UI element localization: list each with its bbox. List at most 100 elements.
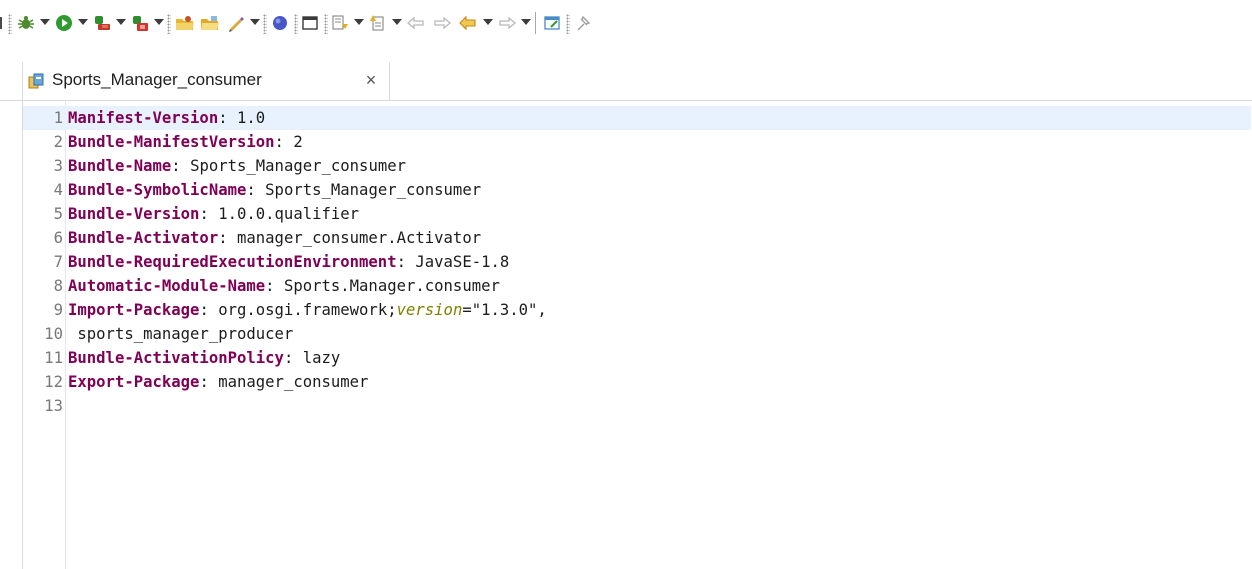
code-text: Export-Package: manager_consumer [68,370,368,394]
next-annotation-icon[interactable] [330,13,350,33]
line-number: 13 [44,397,63,415]
code-text: Bundle-Name: Sports_Manager_consumer [68,154,406,178]
line-number: 1 [53,109,63,127]
back-dropdown-arrow[interactable] [483,19,493,25]
code-text: Bundle-SymbolicName: Sports_Manager_cons… [68,178,481,202]
code-text: Automatic-Module-Name: Sports.Manager.co… [68,274,500,298]
previous-annotation-dropdown-arrow[interactable] [392,19,402,25]
line-number: 7 [53,253,63,271]
editor-tab-strip: Sports_Manager_consumer × [0,62,1252,101]
manifest-value: Sports_Manager_consumer [190,157,406,175]
toolbar-separator [535,12,536,34]
code-line[interactable]: 12 Export-Package: manager_consumer [23,370,1251,394]
open-task-icon[interactable] [200,13,220,33]
editor-tab-title: Sports_Manager_consumer [52,70,262,89]
debug-icon[interactable] [16,13,36,33]
key-separator: : [218,229,237,247]
code-text: Import-Package: org.osgi.framework;versi… [68,298,547,322]
manifest-value: lazy [302,349,341,367]
manifest-key: Bundle-Name [68,157,172,175]
code-line[interactable]: 6 Bundle-Activator: manager_consumer.Acti… [23,226,1251,250]
manifest-key: Bundle-ManifestVersion [68,133,275,151]
manifest-key: Export-Package [68,373,200,391]
key-separator: : [396,253,416,271]
code-line[interactable]: 4 Bundle-SymbolicName: Sports_Manager_con… [23,178,1251,202]
key-separator: : [199,301,219,319]
external-tools-icon[interactable] [92,13,112,33]
toolbar-grip[interactable] [294,14,298,34]
breakpoint-icon[interactable] [270,13,290,33]
line-number: 11 [44,349,63,367]
manifest-editor[interactable]: 1 Manifest-Version: 1.0 2 Bundle-ManifestVe… [22,101,1252,569]
line-number: 3 [53,157,63,175]
code-text: Manifest-Version: 1.0 [68,106,265,130]
code-line[interactable]: 2 Bundle-ManifestVersion: 2 [23,130,1251,154]
key-separator: : [265,277,284,295]
pin-icon[interactable] [573,13,593,33]
forward-dropdown-arrow[interactable] [521,19,531,25]
coverage-dropdown-arrow[interactable] [154,19,164,25]
back-icon[interactable] [458,13,478,33]
line-number: 6 [53,229,63,247]
manifest-value: 1.0 [237,109,266,127]
code-line[interactable]: 7 Bundle-RequiredExecutionEnvironment: Ja… [23,250,1251,274]
line-number: 4 [53,181,63,199]
manifest-key: Bundle-Version [68,205,200,223]
code-line[interactable]: 13 [23,394,1251,418]
external-tools-dropdown-arrow[interactable] [116,19,126,25]
manifest-key: Import-Package [68,301,200,319]
key-separator: : [199,205,219,223]
key-separator: : [171,157,191,175]
toolbar-grip[interactable] [324,14,328,34]
tab-close-icon[interactable]: × [361,69,381,91]
manifest-file-icon [27,72,45,90]
back-history-icon[interactable] [406,13,426,33]
code-text: Bundle-RequiredExecutionEnvironment: Jav… [68,250,509,274]
key-separator: : [246,181,266,199]
code-line[interactable]: 9 Import-Package: org.osgi.framework;vers… [23,298,1251,322]
manifest-value: 2 [293,133,303,151]
run-icon[interactable] [54,13,74,33]
toolbar-grip[interactable] [566,14,570,34]
forward-history-icon[interactable] [432,13,452,33]
forward-icon[interactable] [497,13,517,33]
coverage-icon[interactable] [130,13,150,33]
line-number: 12 [44,373,63,391]
manifest-value: sports_manager_producer [68,325,294,343]
notes-icon[interactable] [542,13,562,33]
pen-dropdown-arrow[interactable] [250,19,260,25]
manifest-value: Sports.Manager.consumer [283,277,500,295]
window-icon[interactable] [300,13,320,33]
line-number: 8 [53,277,63,295]
code-line[interactable]: 5 Bundle-Version: 1.0.0.qualifier [23,202,1251,226]
code-line[interactable]: 10 sports_manager_producer [23,322,1251,346]
code-text: Bundle-Version: 1.0.0.qualifier [68,202,359,226]
directive-name: version [396,301,463,319]
toolbar-grip[interactable] [8,14,12,34]
run-dropdown-arrow[interactable] [78,19,88,25]
manifest-value: Sports_Manager_consumer [265,181,482,199]
key-separator: : [274,133,294,151]
main-toolbar [0,0,1252,46]
open-folder-icon[interactable] [175,13,195,33]
pen-icon[interactable] [226,13,246,33]
code-line[interactable]: 1 Manifest-Version: 1.0 [23,106,1251,130]
manifest-key: Bundle-Activator [68,229,219,247]
next-annotation-dropdown-arrow[interactable] [354,19,364,25]
debug-dropdown-arrow[interactable] [40,19,50,25]
code-text: Bundle-ManifestVersion: 2 [68,130,303,154]
key-separator: : [283,349,303,367]
code-line[interactable]: 8 Automatic-Module-Name: Sports.Manager.c… [23,274,1251,298]
manifest-value: manager_consumer [218,373,369,391]
code-line[interactable]: 11 Bundle-ActivationPolicy: lazy [23,346,1251,370]
toolbar-grip[interactable] [167,14,171,34]
editor-tab[interactable]: Sports_Manager_consumer × [22,62,390,100]
code-line[interactable]: 3 Bundle-Name: Sports_Manager_consumer [23,154,1251,178]
manifest-value: 1.0.0.qualifier [218,205,360,223]
code-text: Bundle-ActivationPolicy: lazy [68,346,340,370]
toolbar-grip[interactable] [263,14,267,34]
manifest-key: Manifest-Version [68,109,219,127]
previous-annotation-icon[interactable] [368,13,388,33]
manifest-value: JavaSE-1.8 [415,253,510,271]
manifest-key: Bundle-ActivationPolicy [68,349,284,367]
